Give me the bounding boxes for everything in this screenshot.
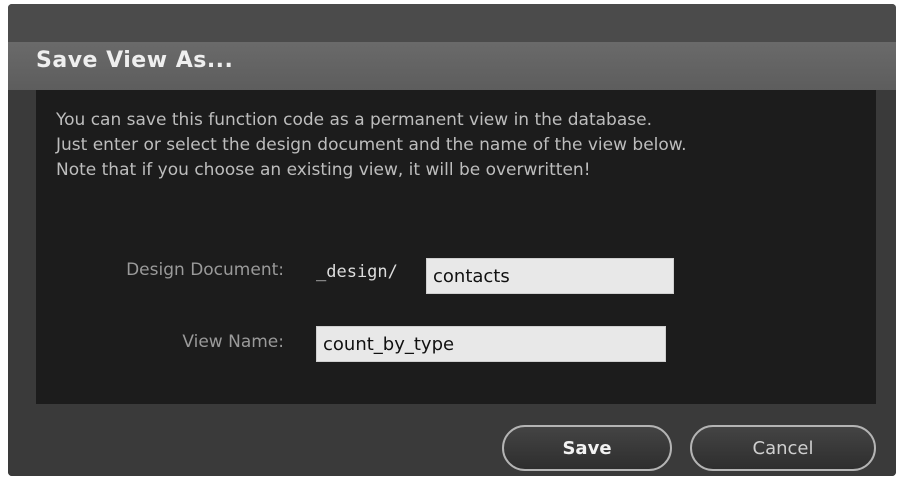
design-document-label: Design Document: [126,260,284,280]
cancel-button[interactable]: Cancel [690,425,876,471]
intro-text: You can save this function code as a per… [56,108,876,183]
intro-line: Just enter or select the design document… [56,135,687,155]
dialog-footer: Save Cancel [8,404,896,476]
view-name-input[interactable] [316,326,666,362]
dialog-content: You can save this function code as a per… [36,90,876,404]
save-view-dialog: Save View As... You can save this functi… [8,4,896,476]
save-button[interactable]: Save [502,425,672,471]
dialog-title: Save View As... [36,48,234,73]
intro-line: Note that if you choose an existing view… [56,160,591,180]
design-prefix: _design/ [316,262,398,282]
dialog-titlebar: Save View As... [8,4,896,90]
intro-line: You can save this function code as a per… [56,110,652,130]
design-document-input[interactable] [426,258,674,294]
view-name-label: View Name: [182,332,284,352]
